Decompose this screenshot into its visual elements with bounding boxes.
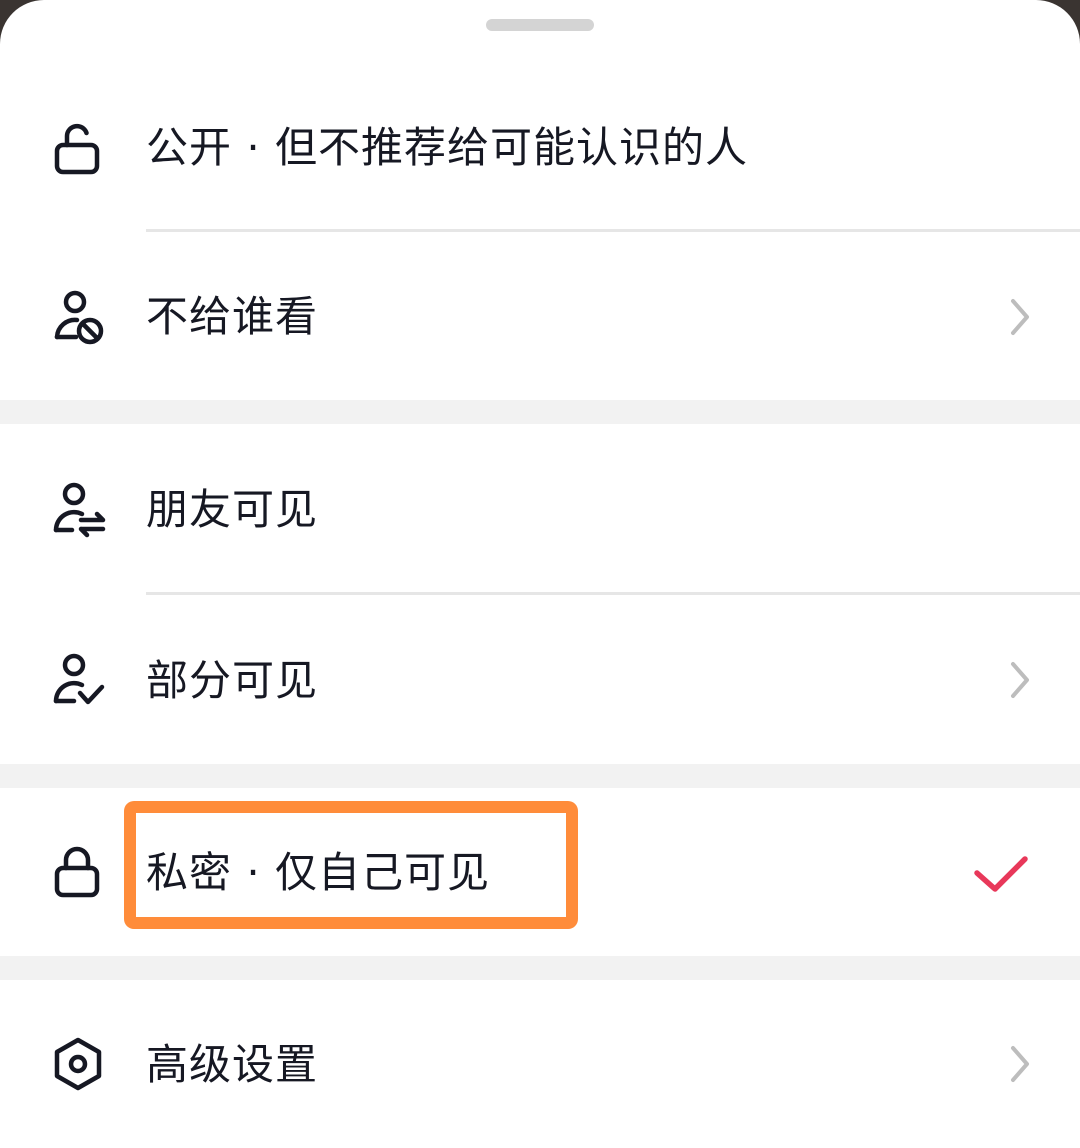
option-label: 公开 · 但不推荐给可能认识的人 bbox=[146, 123, 749, 172]
lock-icon bbox=[48, 842, 108, 902]
checkmark-icon bbox=[970, 851, 1032, 897]
option-hide-from[interactable]: 不给谁看 bbox=[0, 232, 1080, 400]
chevron-right-icon bbox=[1004, 658, 1036, 702]
user-friends-icon bbox=[48, 480, 108, 540]
option-friends-only[interactable]: 朋友可见 bbox=[0, 424, 1080, 592]
privacy-bottom-sheet: 公开 · 但不推荐给可能认识的人 不给谁看 朋友可见 部分可见 私密 · 仅自己… bbox=[0, 0, 1080, 1148]
chevron-right-icon bbox=[1004, 295, 1036, 339]
section-separator bbox=[0, 764, 1080, 788]
section-separator bbox=[0, 956, 1080, 980]
sheet-drag-handle[interactable] bbox=[486, 19, 594, 31]
user-check-icon bbox=[48, 651, 108, 711]
option-label: 不给谁看 bbox=[146, 292, 319, 341]
option-label: 私密 · 仅自己可见 bbox=[146, 848, 491, 897]
section-separator bbox=[0, 400, 1080, 424]
option-label: 朋友可见 bbox=[146, 485, 319, 534]
option-advanced-settings[interactable]: 高级设置 bbox=[0, 980, 1080, 1148]
option-partially-visible[interactable]: 部分可见 bbox=[0, 595, 1080, 764]
option-private-only-me[interactable]: 私密 · 仅自己可见 bbox=[0, 788, 1080, 956]
chevron-right-icon bbox=[1004, 1042, 1036, 1086]
option-label: 高级设置 bbox=[146, 1040, 319, 1089]
unlock-icon bbox=[48, 118, 108, 178]
option-label: 部分可见 bbox=[146, 656, 319, 705]
settings-hexagon-icon bbox=[48, 1034, 108, 1094]
option-public-not-recommended[interactable]: 公开 · 但不推荐给可能认识的人 bbox=[0, 68, 1080, 230]
user-block-icon bbox=[48, 287, 108, 347]
